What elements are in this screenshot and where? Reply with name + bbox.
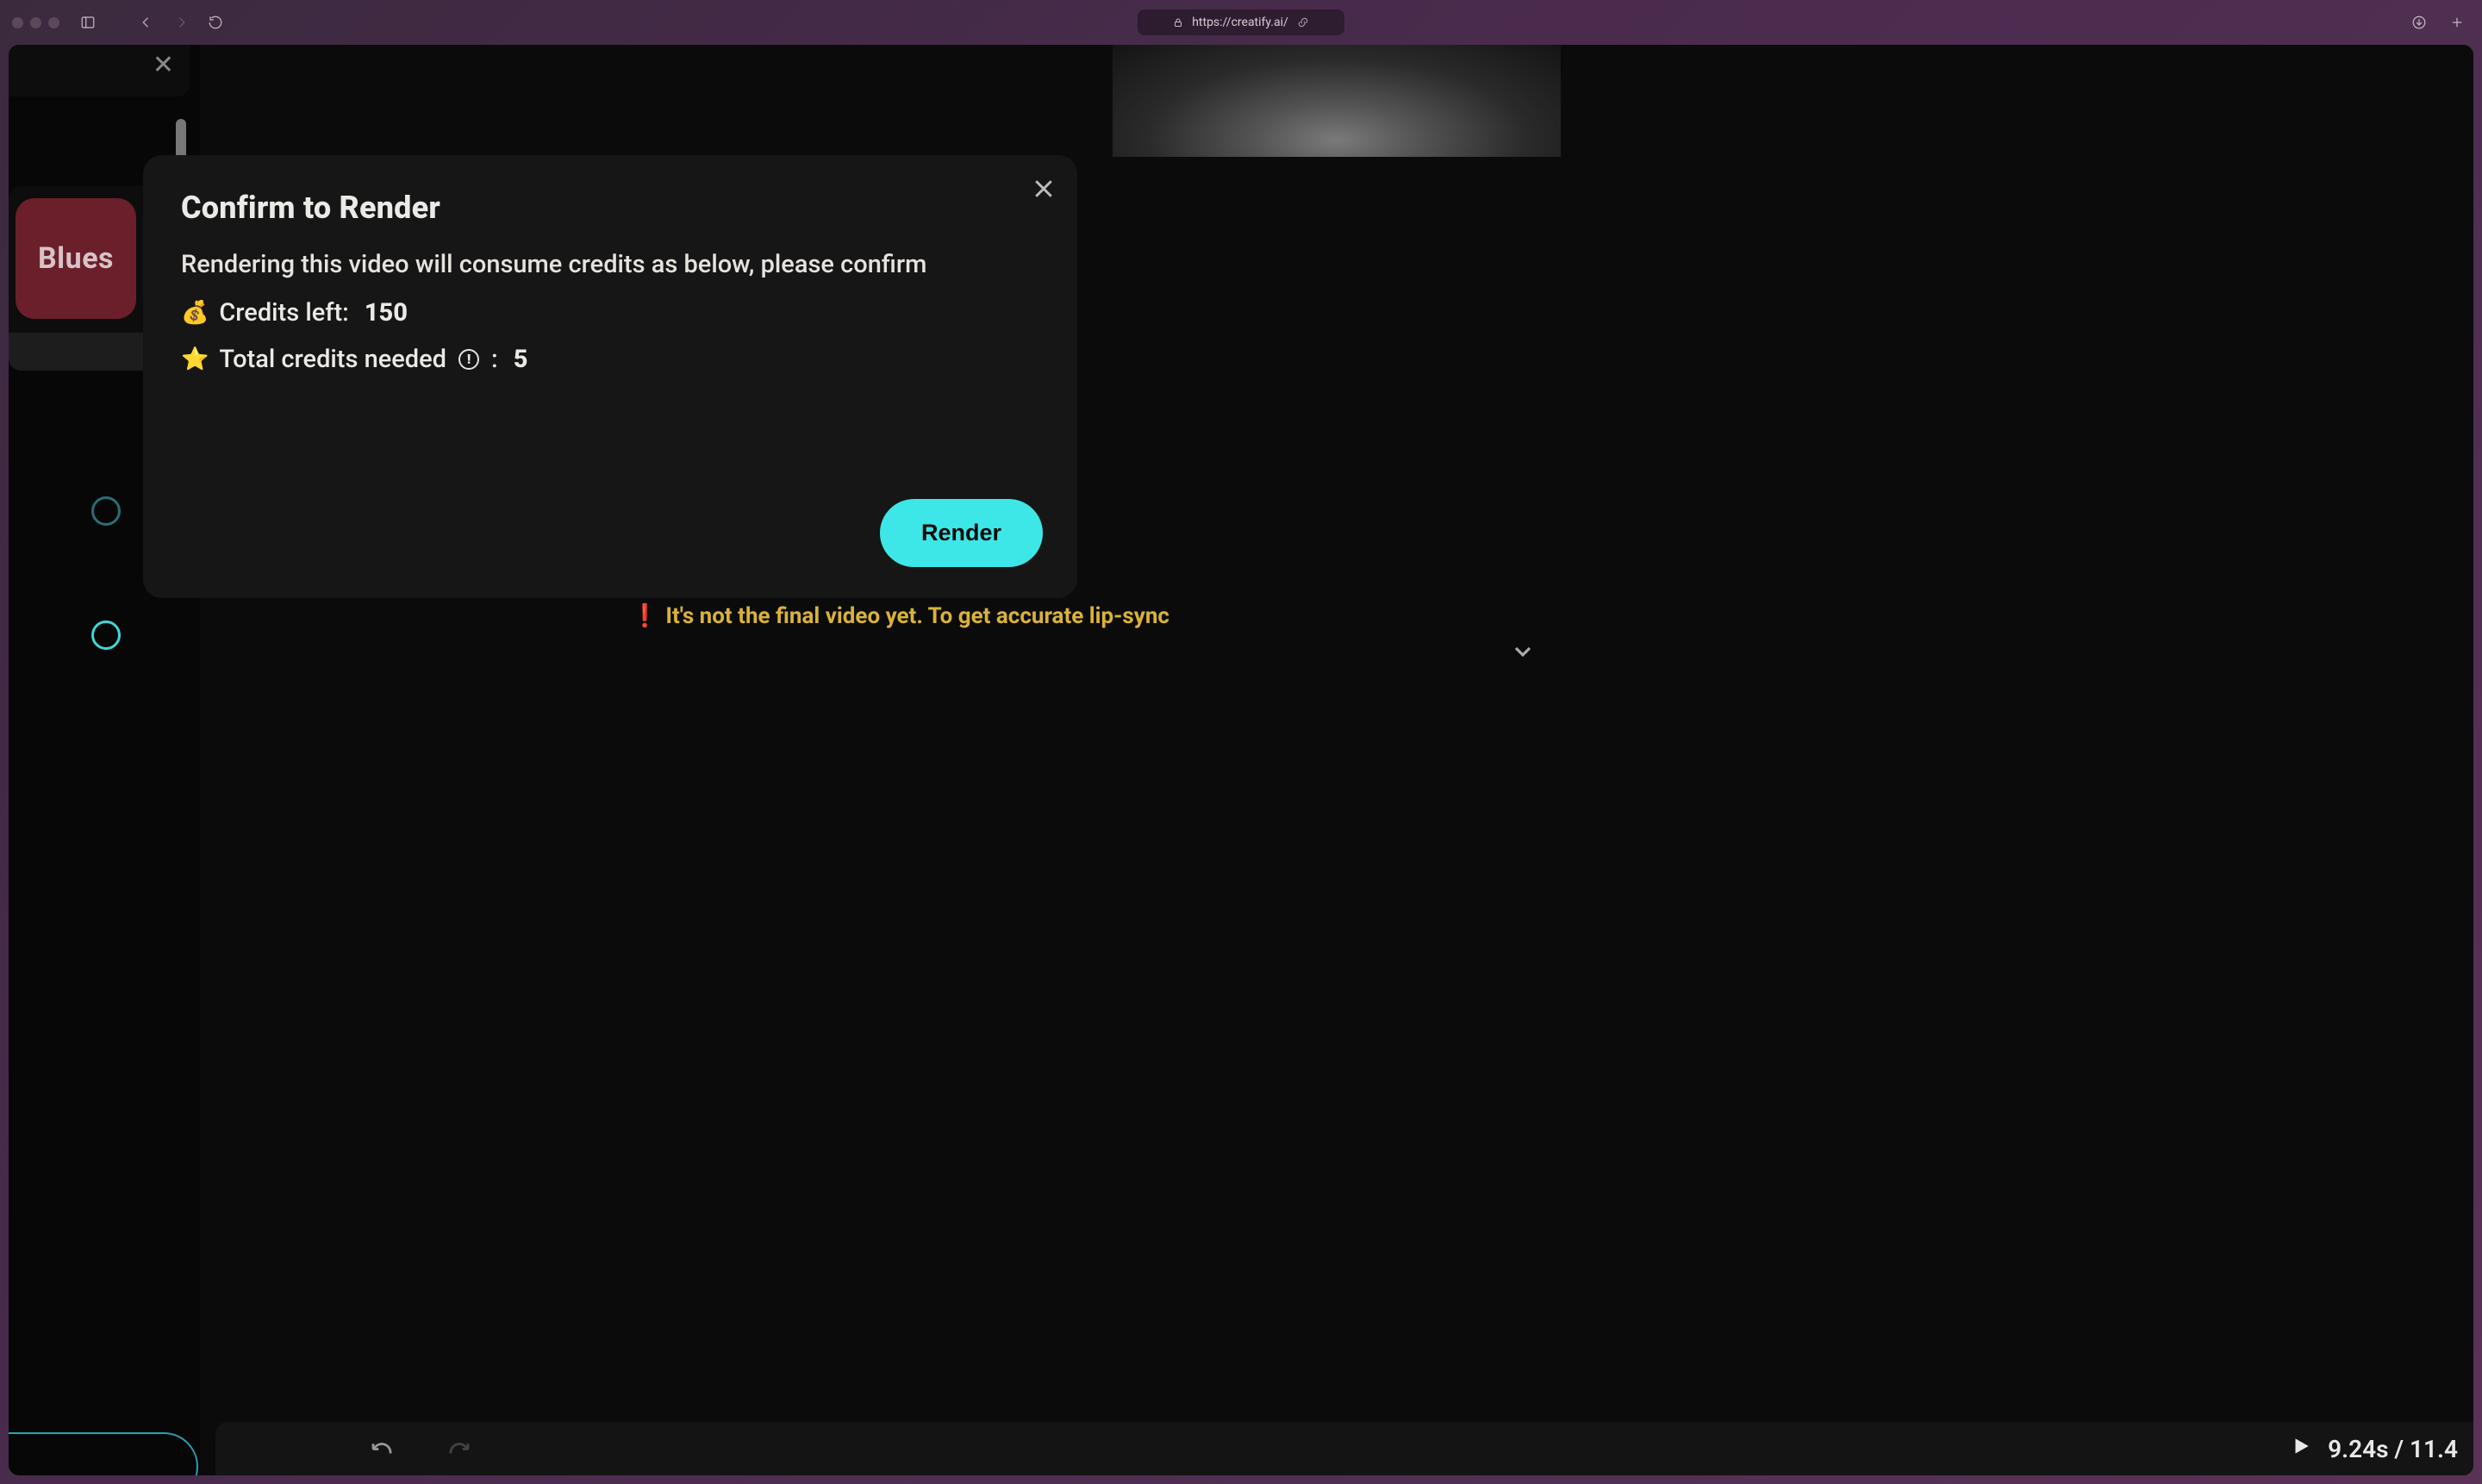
play-icon[interactable]	[2290, 1435, 2312, 1463]
genre-chip-label: Blues	[38, 241, 114, 276]
timeline-toolbar: 9.24s / 11.4	[215, 1422, 2473, 1475]
step-indicators	[91, 496, 121, 650]
window-minimize-dot[interactable]	[30, 17, 41, 28]
moneybag-icon: 💰	[181, 300, 209, 326]
preview-warning: ❗ It's not the final video yet. To get a…	[200, 596, 2473, 636]
downloads-icon[interactable]	[2406, 9, 2432, 35]
address-bar[interactable]: https://creatify.ai/	[1138, 9, 1344, 35]
playback-divider: /	[2388, 1435, 2410, 1463]
step-indicator-1[interactable]	[91, 496, 121, 526]
render-confirm-modal: Confirm to Render Rendering this video w…	[143, 155, 1077, 598]
redo-icon	[446, 1434, 472, 1463]
credits-needed-row: ⭐ Total credits needed ! : 5	[181, 345, 1039, 374]
preview-warning-text: It's not the final video yet. To get acc…	[665, 603, 1169, 629]
window-zoom-dot[interactable]	[48, 17, 59, 28]
credits-left-label: Credits left:	[219, 298, 348, 327]
share-link-icon[interactable]	[1297, 16, 1309, 28]
render-button[interactable]: Render	[880, 499, 1043, 567]
modal-close-button[interactable]	[1031, 176, 1057, 205]
playback-current-time: 9.24s	[2328, 1435, 2388, 1463]
nav-reload-icon[interactable]	[203, 9, 228, 35]
browser-titlebar: https://creatify.ai/	[0, 0, 2482, 45]
genre-chip-blues[interactable]: Blues	[16, 198, 136, 319]
playback-readout: 9.24s / 11.4	[2290, 1435, 2458, 1463]
bottom-pill-button[interactable]	[9, 1432, 198, 1475]
browser-window: https://creatify.ai/ ✕ Blues	[0, 0, 2482, 1484]
app-viewport: ✕ Blues ❗ It's not the final video yet. …	[9, 45, 2473, 1475]
sidebar-toggle-icon[interactable]	[75, 9, 101, 35]
credits-left-value: 150	[365, 298, 408, 327]
nav-back-icon[interactable]	[134, 9, 159, 35]
window-controls[interactable]	[12, 17, 59, 28]
address-bar-url: https://creatify.ai/	[1192, 16, 1288, 29]
video-preview[interactable]	[1113, 45, 1561, 157]
lock-icon	[1173, 17, 1183, 28]
credits-needed-label-prefix: Total credits needed	[219, 345, 446, 374]
left-panel-header: ✕	[9, 45, 190, 97]
step-indicator-2[interactable]	[91, 620, 121, 650]
credits-left-row: 💰 Credits left: 150	[181, 298, 1039, 327]
credits-needed-label-suffix: :	[491, 345, 498, 374]
star-icon: ⭐	[181, 346, 209, 372]
undo-icon[interactable]	[369, 1434, 395, 1463]
nav-forward-icon	[168, 9, 194, 35]
chevron-down-icon[interactable]	[1509, 638, 1537, 669]
modal-description: Rendering this video will consume credit…	[181, 250, 1039, 279]
window-close-dot[interactable]	[12, 17, 23, 28]
credits-needed-value: 5	[514, 345, 528, 374]
modal-title: Confirm to Render	[181, 190, 1039, 226]
close-icon	[1031, 176, 1057, 202]
close-icon[interactable]: ✕	[153, 50, 174, 80]
info-icon[interactable]: !	[458, 349, 479, 370]
warning-icon: ❗	[631, 603, 658, 629]
playback-total-time: 11.4	[2410, 1435, 2458, 1463]
new-tab-icon[interactable]	[2444, 9, 2470, 35]
